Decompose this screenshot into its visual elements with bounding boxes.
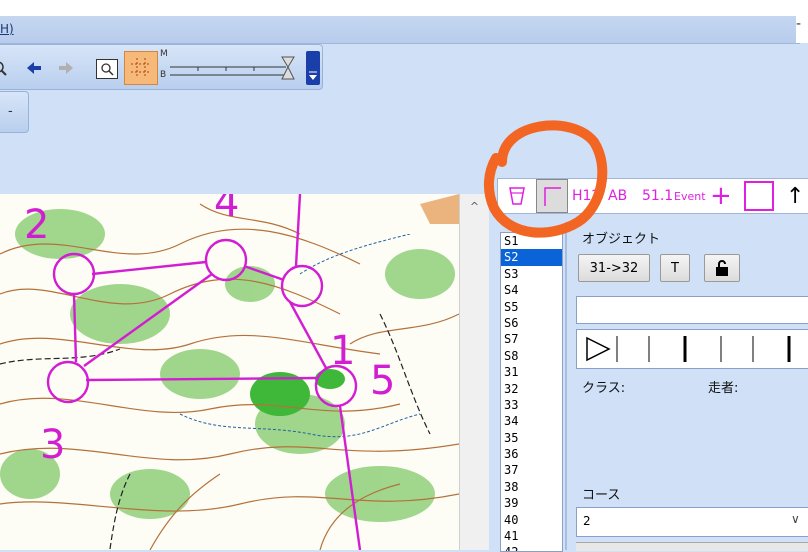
object-list[interactable]: S1S2S3S4S5S6S7S8313233343536373839404142 <box>500 232 563 552</box>
list-item[interactable]: 32 <box>501 381 562 397</box>
control-number-3: 3 <box>40 422 65 468</box>
list-item[interactable]: S5 <box>501 299 562 315</box>
window-top-strip <box>0 0 808 16</box>
line-style-selector[interactable] <box>576 329 808 369</box>
zoom-rect-icon[interactable] <box>96 59 118 79</box>
list-item[interactable]: 40 <box>501 512 562 528</box>
list-item[interactable]: 38 <box>501 479 562 495</box>
secondary-toolbar: - <box>0 91 29 133</box>
list-item[interactable]: 33 <box>501 397 562 413</box>
arrow-right-icon[interactable] <box>56 57 76 79</box>
scale-slider[interactable] <box>168 53 300 81</box>
class-label: クラス: <box>582 381 626 396</box>
symbol-plus[interactable]: + <box>710 179 732 213</box>
control-number-5: 5 <box>370 358 395 404</box>
symbol-event[interactable]: Event <box>674 179 706 213</box>
map-canvas[interactable]: 2 4 1 5 3 <box>0 194 459 550</box>
slider-top-label: M <box>160 49 168 59</box>
panel-divider <box>565 222 567 550</box>
magnifier-icon[interactable] <box>0 57 8 79</box>
list-item[interactable]: 35 <box>501 430 562 446</box>
course-select-value: 2 <box>583 514 591 528</box>
dropdown-chevron-icon[interactable] <box>306 51 320 85</box>
control-number-4: 4 <box>214 194 239 226</box>
text-button[interactable]: T <box>660 254 690 282</box>
menu-bar <box>0 16 800 44</box>
list-item[interactable]: 37 <box>501 462 562 478</box>
control-number-2: 2 <box>24 202 49 248</box>
window-minimize-button[interactable]: - <box>796 16 808 43</box>
secondary-toolbar-button[interactable]: - <box>8 104 13 119</box>
square-symbol-icon[interactable] <box>744 181 774 211</box>
lock-icon[interactable] <box>704 254 740 282</box>
list-item[interactable]: S6 <box>501 315 562 331</box>
list-item[interactable]: S8 <box>501 348 562 364</box>
control-number-1: 1 <box>330 328 355 374</box>
object-text-field[interactable] <box>576 296 808 324</box>
chevron-down-icon[interactable]: ∨ <box>791 512 800 526</box>
highlight-annotation <box>484 120 608 238</box>
list-item[interactable]: 42 <box>501 544 562 551</box>
grid-icon[interactable] <box>124 51 158 85</box>
list-item[interactable]: 34 <box>501 413 562 429</box>
symbol-arrow-up[interactable]: ↑ <box>786 179 804 213</box>
map-toolbar: M B <box>0 44 323 90</box>
runner-label: 走者: <box>708 381 739 396</box>
list-item[interactable]: 41 <box>501 528 562 544</box>
slider-bottom-label: B <box>160 70 167 80</box>
symbol-51-1[interactable]: 51.1 <box>642 179 673 213</box>
course-label: コース <box>582 488 621 503</box>
arrow-left-icon[interactable] <box>24 57 44 79</box>
list-item[interactable]: S4 <box>501 282 562 298</box>
list-item[interactable]: S7 <box>501 331 562 347</box>
list-item[interactable]: S2 <box>501 249 562 266</box>
list-item[interactable]: S3 <box>501 266 562 282</box>
map-vertical-scrollbar[interactable]: ^ <box>459 194 489 550</box>
list-item[interactable]: 31 <box>501 364 562 380</box>
menu-item-help[interactable]: H) <box>0 22 14 36</box>
course-select[interactable]: 2 ∨ <box>576 507 808 537</box>
number-range-button[interactable]: 31->32 <box>578 254 650 282</box>
list-item[interactable]: 39 <box>501 495 562 511</box>
list-item[interactable]: 36 <box>501 446 562 462</box>
